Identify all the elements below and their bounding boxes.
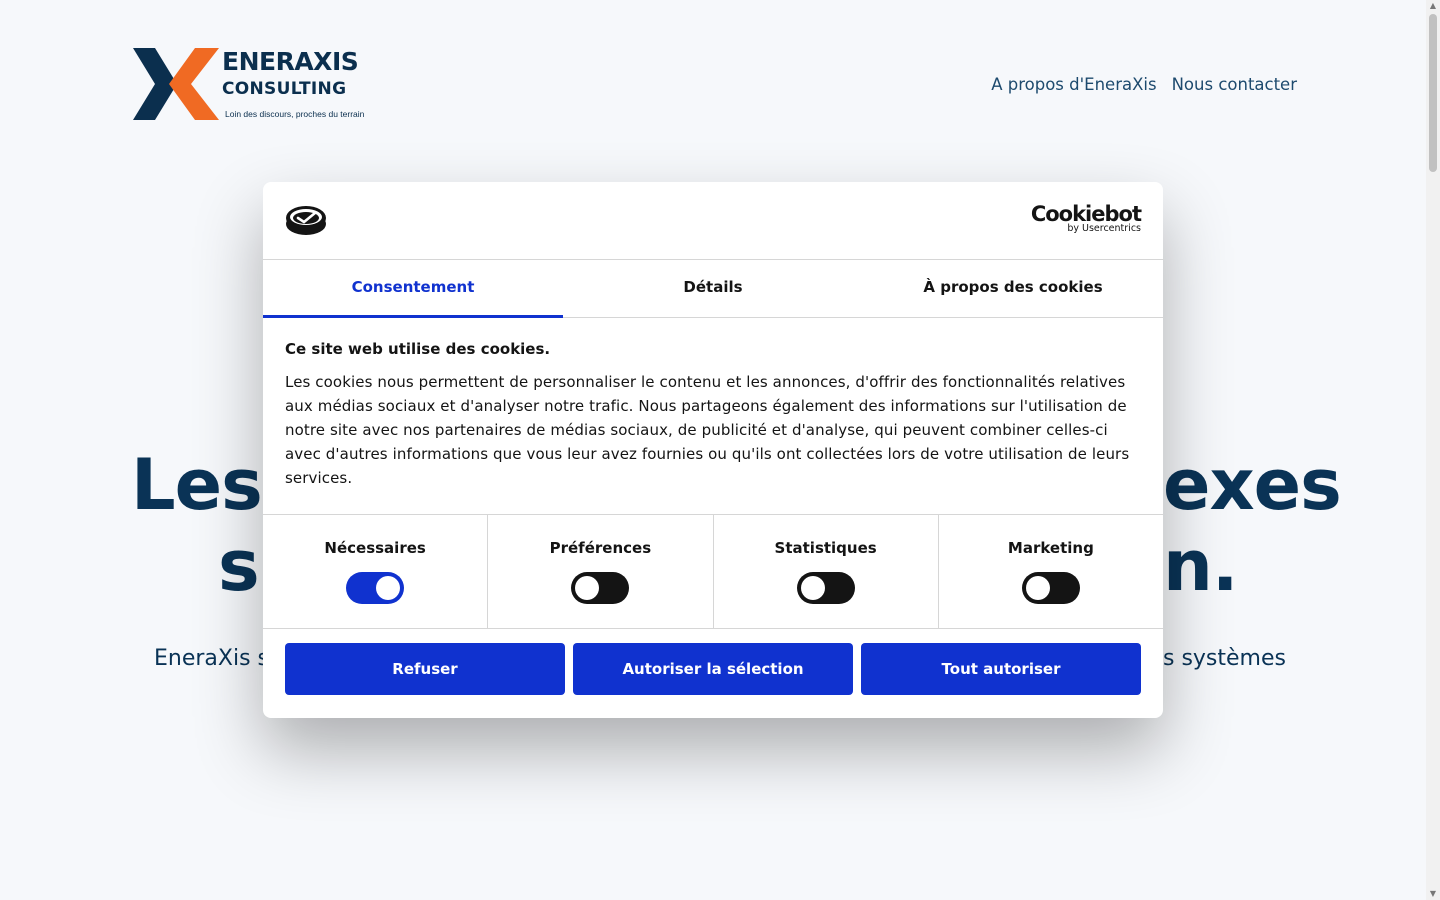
tab-details[interactable]: Détails: [563, 260, 863, 317]
toggle-marketing: Marketing: [939, 515, 1163, 628]
statistics-switch[interactable]: [796, 572, 855, 604]
deny-button[interactable]: Refuser: [285, 643, 565, 695]
tab-about-cookies[interactable]: À propos des cookies: [863, 260, 1163, 317]
toggle-statistics: Statistiques: [714, 515, 939, 628]
switch-knob: [376, 576, 401, 600]
scroll-up-arrow-icon[interactable]: ▲: [1429, 2, 1437, 10]
dialog-title: Ce site web utilise des cookies.: [285, 340, 551, 358]
switch-knob: [800, 576, 825, 600]
hero-heading-fragment: Les: [131, 444, 263, 526]
cookie-consent-dialog: Cookiebot by Usercentrics Consentement D…: [263, 182, 1163, 718]
nav-link-about[interactable]: A propos d'EneraXis: [991, 75, 1156, 94]
necessary-switch[interactable]: [346, 572, 405, 604]
scrollbar-thumb[interactable]: [1429, 14, 1437, 172]
cookiebot-icon: [286, 206, 326, 235]
hero-heading-fragment: exes: [1163, 444, 1342, 526]
cookiebot-brand[interactable]: Cookiebot by Usercentrics: [1031, 202, 1142, 234]
allow-all-button[interactable]: Tout autoriser: [861, 643, 1141, 695]
tab-consent[interactable]: Consentement: [263, 260, 563, 318]
nav-link-contact[interactable]: Nous contacter: [1172, 75, 1297, 94]
logo-subtitle: CONSULTING: [222, 79, 347, 99]
main-nav: A propos d'EneraXis Nous contacter: [991, 75, 1297, 94]
toggle-label: Nécessaires: [324, 539, 426, 557]
toggle-label: Marketing: [1007, 539, 1094, 557]
eneraxis-logo-icon: [133, 48, 219, 120]
dialog-tabs: Consentement Détails À propos des cookie…: [263, 260, 1163, 318]
toggle-preferences: Préférences: [488, 515, 714, 628]
hero-heading-fragment: s: [218, 525, 260, 607]
logo-tagline: Loin des discours, proches du terrain: [225, 109, 365, 119]
switch-knob: [575, 576, 600, 600]
logo-name: ENERAXIS: [222, 47, 359, 76]
hero-subtitle-fragment: s systèmes: [1163, 646, 1286, 671]
switch-knob: [1025, 576, 1050, 600]
hero-subtitle-fragment: EneraXis s: [154, 646, 270, 671]
page-scrollbar[interactable]: ▲ ▼: [1426, 0, 1440, 900]
dialog-header: Cookiebot by Usercentrics: [263, 182, 1163, 260]
marketing-switch[interactable]: [1021, 572, 1080, 604]
dialog-description: Les cookies nous permettent de personnal…: [285, 373, 1130, 487]
consent-toggles: Nécessaires Préférences Statistiques Mar…: [263, 514, 1163, 629]
toggle-label: Statistiques: [774, 539, 877, 557]
dialog-buttons: Refuser Autoriser la sélection Tout auto…: [285, 643, 1141, 695]
scroll-down-arrow-icon[interactable]: ▼: [1429, 890, 1437, 898]
toggle-necessary: Nécessaires: [263, 515, 489, 628]
allow-selection-button[interactable]: Autoriser la sélection: [573, 643, 853, 695]
toggle-label: Préférences: [549, 539, 652, 557]
hero-heading-fragment: n.: [1163, 525, 1238, 607]
site-logo[interactable]: ENERAXIS CONSULTING Loin des discours, p…: [133, 48, 373, 122]
preferences-switch[interactable]: [571, 572, 630, 604]
